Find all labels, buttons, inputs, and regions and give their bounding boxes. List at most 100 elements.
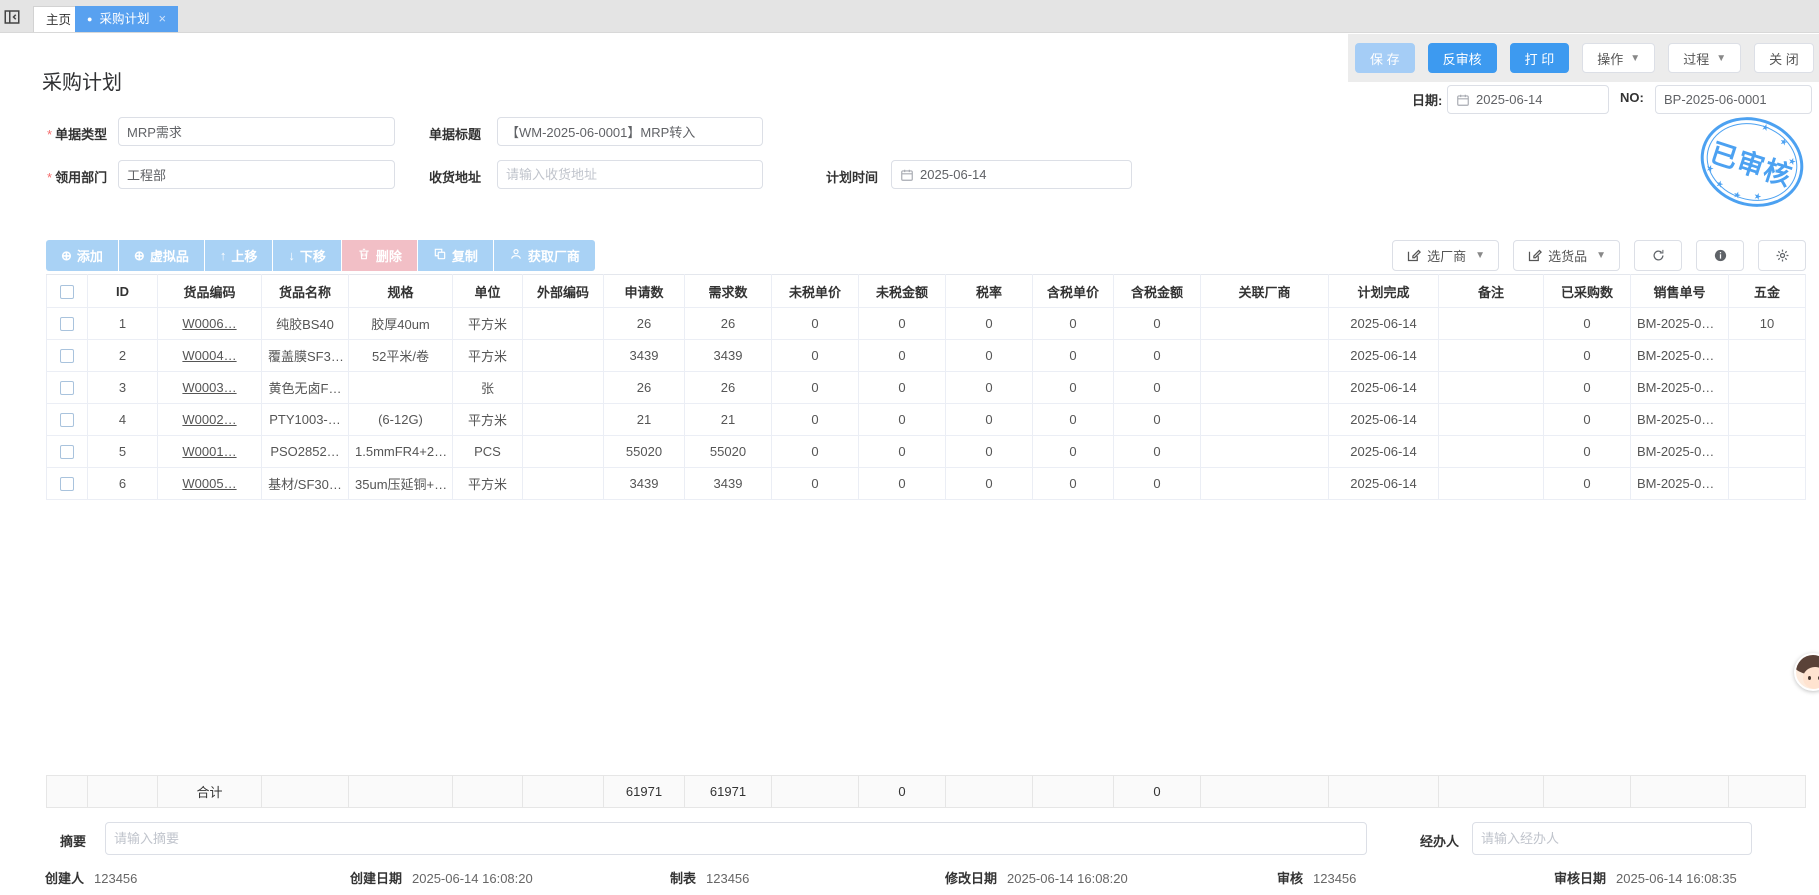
table-cell: 0 bbox=[772, 404, 859, 436]
collapse-sidebar-icon[interactable] bbox=[3, 8, 21, 26]
save-button[interactable]: 保 存 bbox=[1355, 43, 1415, 73]
column-header: 规格 bbox=[349, 275, 453, 308]
select-all-checkbox[interactable] bbox=[60, 285, 74, 299]
table-cell: 0 bbox=[1544, 436, 1631, 468]
column-header: 五金 bbox=[1729, 275, 1806, 308]
table-cell: 0 bbox=[946, 308, 1033, 340]
doc-date-input[interactable] bbox=[1476, 92, 1600, 107]
copy-button[interactable]: 复制 bbox=[418, 240, 494, 271]
table-cell: 胶厚40um bbox=[349, 308, 453, 340]
column-header: 关联厂商 bbox=[1201, 275, 1329, 308]
trash-icon bbox=[357, 247, 371, 264]
table-cell bbox=[1439, 372, 1544, 404]
delete-button[interactable]: 删除 bbox=[342, 240, 418, 271]
total-cell bbox=[946, 776, 1033, 808]
item-code-link[interactable]: W0003… bbox=[182, 380, 236, 395]
table-cell: 0 bbox=[1033, 436, 1114, 468]
item-code-link[interactable]: W0004… bbox=[182, 348, 236, 363]
total-cell: 0 bbox=[1114, 776, 1201, 808]
row-checkbox[interactable] bbox=[60, 349, 74, 363]
table-cell: 3439 bbox=[604, 468, 685, 500]
refresh-button[interactable] bbox=[1634, 240, 1682, 271]
doc-title-input[interactable] bbox=[506, 124, 754, 139]
plan-time-field[interactable] bbox=[891, 160, 1132, 189]
item-code-link[interactable]: W0002… bbox=[182, 412, 236, 427]
operator-input[interactable] bbox=[1481, 831, 1743, 846]
table-cell bbox=[1439, 468, 1544, 500]
virtual-item-button[interactable]: ⊕虚拟品 bbox=[119, 240, 205, 271]
table-cell: 26 bbox=[685, 372, 772, 404]
table-cell: 2025-06-14 bbox=[1329, 404, 1439, 436]
address-input[interactable] bbox=[506, 167, 754, 182]
move-up-button[interactable]: ↑上移 bbox=[205, 240, 274, 271]
tab-bar: 主页 ● 采购计划 × bbox=[0, 0, 1819, 33]
settings-button[interactable] bbox=[1758, 240, 1806, 271]
table-cell: 0 bbox=[1114, 340, 1201, 372]
item-code-link[interactable]: W0001… bbox=[182, 444, 236, 459]
item-code-link[interactable]: W0005… bbox=[182, 476, 236, 491]
get-vendor-button[interactable]: 获取厂商 bbox=[494, 240, 595, 271]
process-dropdown-button[interactable]: 过程▼ bbox=[1668, 43, 1741, 73]
plan-time-label: 计划时间 bbox=[826, 167, 878, 186]
summary-label: 摘要 bbox=[60, 831, 86, 850]
assistant-avatar[interactable] bbox=[1794, 653, 1819, 691]
column-header: 备注 bbox=[1439, 275, 1544, 308]
select-vendor-dropdown-button[interactable]: 选厂商▼ bbox=[1392, 240, 1499, 271]
select-goods-dropdown-button[interactable]: 选货品▼ bbox=[1513, 240, 1620, 271]
table-cell: 0 bbox=[1033, 372, 1114, 404]
table-cell: 黄色无卤F… bbox=[262, 372, 349, 404]
row-checkbox[interactable] bbox=[60, 413, 74, 427]
table-cell: 0 bbox=[1544, 404, 1631, 436]
audit-info-value: 2025-06-14 16:08:35 bbox=[1616, 871, 1737, 886]
table-cell: 0 bbox=[946, 468, 1033, 500]
table-row: 2W0004…覆盖膜SF3…52平米/卷平方米34393439000002025… bbox=[47, 340, 1806, 372]
operator-field[interactable] bbox=[1472, 822, 1752, 855]
address-field[interactable] bbox=[497, 160, 763, 189]
department-field[interactable] bbox=[118, 160, 395, 189]
doc-title-field[interactable] bbox=[497, 117, 763, 146]
department-input[interactable] bbox=[127, 167, 386, 182]
close-tab-icon[interactable]: × bbox=[158, 6, 166, 32]
table-cell: 0 bbox=[1033, 340, 1114, 372]
print-button[interactable]: 打 印 bbox=[1510, 43, 1570, 73]
caret-down-icon: ▼ bbox=[1475, 250, 1485, 261]
add-button[interactable]: ⊕添加 bbox=[46, 240, 119, 271]
item-code-cell: W0004… bbox=[158, 340, 262, 372]
table-cell bbox=[1201, 468, 1329, 500]
close-button[interactable]: 关 闭 bbox=[1754, 43, 1814, 73]
total-cell bbox=[349, 776, 453, 808]
item-code-cell: W0006… bbox=[158, 308, 262, 340]
info-button[interactable] bbox=[1696, 240, 1744, 271]
tab-purchase-plan[interactable]: ● 采购计划 × bbox=[75, 6, 178, 32]
audit-info-item: 制表123456 bbox=[670, 868, 749, 887]
audit-info-label: 审核日期 bbox=[1554, 871, 1606, 886]
column-header: 销售单号 bbox=[1631, 275, 1729, 308]
row-checkbox[interactable] bbox=[60, 477, 74, 491]
table-cell: 2025-06-14 bbox=[1329, 340, 1439, 372]
summary-field[interactable] bbox=[105, 822, 1367, 855]
doc-type-field[interactable] bbox=[118, 117, 395, 146]
operation-dropdown-button[interactable]: 操作▼ bbox=[1582, 43, 1655, 73]
required-asterisk: * bbox=[47, 170, 52, 185]
doc-date-field[interactable] bbox=[1447, 85, 1609, 114]
doc-no-input[interactable] bbox=[1664, 92, 1803, 107]
row-checkbox[interactable] bbox=[60, 317, 74, 331]
row-checkbox[interactable] bbox=[60, 445, 74, 459]
table-cell: 2 bbox=[88, 340, 158, 372]
table-cell: 0 bbox=[946, 404, 1033, 436]
unapprove-button[interactable]: 反审核 bbox=[1428, 43, 1497, 73]
button-label: 虚拟品 bbox=[150, 246, 189, 265]
table-cell bbox=[523, 372, 604, 404]
move-down-button[interactable]: ↓下移 bbox=[273, 240, 342, 271]
summary-input[interactable] bbox=[114, 831, 1358, 846]
item-code-link[interactable]: W0006… bbox=[182, 316, 236, 331]
arrow-down-icon: ↓ bbox=[288, 248, 295, 263]
row-checkbox[interactable] bbox=[60, 381, 74, 395]
column-header: 未税单价 bbox=[772, 275, 859, 308]
column-header: 已采购数 bbox=[1544, 275, 1631, 308]
doc-type-input[interactable] bbox=[127, 124, 386, 139]
plan-time-input[interactable] bbox=[920, 167, 1123, 182]
total-cell: 61971 bbox=[604, 776, 685, 808]
column-header: 需求数 bbox=[685, 275, 772, 308]
button-label: 上移 bbox=[231, 246, 257, 265]
